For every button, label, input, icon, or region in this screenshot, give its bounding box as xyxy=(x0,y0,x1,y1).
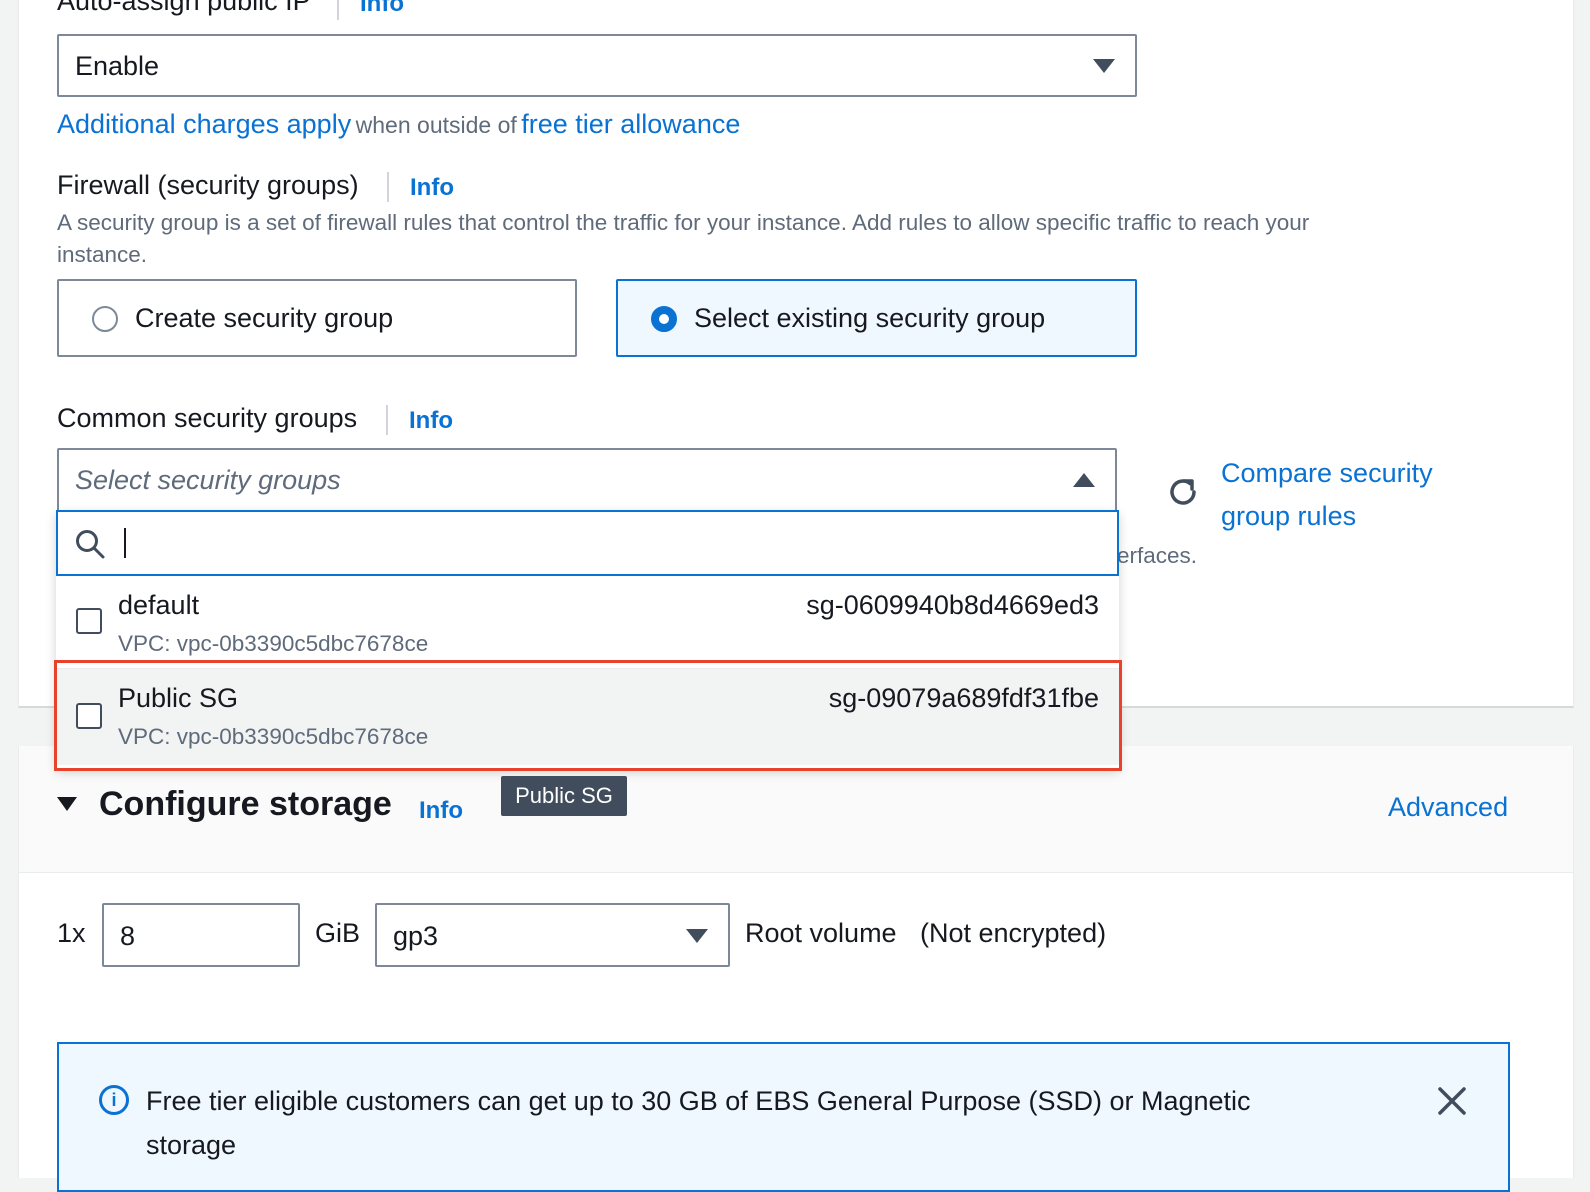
radio-button-selected[interactable] xyxy=(651,306,677,332)
charges-mid-text: when outside of xyxy=(355,112,517,138)
public-ip-select[interactable]: Enable xyxy=(57,34,1137,97)
checkbox[interactable] xyxy=(76,608,102,634)
select-existing-security-group-label: Select existing security group xyxy=(694,303,1046,333)
security-groups-search[interactable] xyxy=(56,510,1119,576)
search-icon xyxy=(74,528,106,560)
notice-text: Free tier eligible customers can get up … xyxy=(146,1079,1251,1167)
public-ip-label: Auto-assign public IP xyxy=(57,0,311,16)
label-divider xyxy=(387,172,389,202)
compare-link-line: group rules xyxy=(1221,501,1357,531)
common-sg-info-link[interactable]: Info xyxy=(409,407,453,435)
volume-count: 1x xyxy=(57,918,86,948)
notice-line: storage xyxy=(146,1130,237,1160)
volume-size-value: 8 xyxy=(120,921,136,951)
option-sg-id: sg-0609940b8d4669ed3 xyxy=(806,590,1099,620)
label-divider xyxy=(386,405,388,435)
encryption-status: (Not encrypted) xyxy=(920,918,1107,948)
advanced-link[interactable]: Advanced xyxy=(1388,792,1508,823)
radio-button[interactable] xyxy=(92,306,118,332)
refresh-icon[interactable] xyxy=(1163,472,1203,512)
security-groups-multiselect[interactable]: Select security groups xyxy=(57,448,1117,512)
caret-up-icon xyxy=(1073,473,1095,487)
obscured-help-text: erfaces. xyxy=(1117,543,1198,568)
option-name: default xyxy=(118,590,200,620)
charges-note: Additional charges apply when outside of… xyxy=(57,109,740,140)
configure-storage-title: Configure storage xyxy=(99,785,392,823)
caret-down-icon xyxy=(686,929,708,943)
volume-type-value: gp3 xyxy=(393,921,439,951)
public-ip-info-link[interactable]: Info xyxy=(360,0,404,18)
compare-security-group-rules-link[interactable]: Compare security group rules xyxy=(1221,452,1433,538)
storage-info-link[interactable]: Info xyxy=(419,797,463,825)
free-tier-link[interactable]: free tier allowance xyxy=(521,109,740,139)
security-group-option[interactable]: default VPC: vpc-0b3390c5dbc7678ce sg-06… xyxy=(56,576,1119,668)
create-security-group-tile[interactable]: Create security group xyxy=(57,279,577,357)
public-ip-select-value: Enable xyxy=(75,51,160,81)
create-security-group-label: Create security group xyxy=(135,303,394,333)
expand-caret-icon[interactable] xyxy=(57,797,77,811)
caret-down-icon xyxy=(1093,59,1115,73)
notice-line: Free tier eligible customers can get up … xyxy=(146,1086,1251,1116)
additional-charges-link[interactable]: Additional charges apply xyxy=(57,109,351,139)
select-existing-security-group-tile[interactable]: Select existing security group xyxy=(616,279,1137,357)
volume-type-select[interactable]: gp3 xyxy=(375,903,730,967)
firewall-description-line: instance. xyxy=(57,242,148,267)
close-icon[interactable] xyxy=(1437,1086,1467,1116)
volume-size-input[interactable]: 8 xyxy=(102,903,300,967)
annotation-highlight-box xyxy=(54,660,1122,771)
firewall-description-line: A security group is a set of firewall ru… xyxy=(57,210,1310,235)
info-circle-icon: i xyxy=(99,1085,129,1115)
security-groups-placeholder: Select security groups xyxy=(75,465,341,495)
common-sg-label: Common security groups xyxy=(57,403,358,433)
size-unit: GiB xyxy=(315,918,361,948)
free-tier-notice: i Free tier eligible customers can get u… xyxy=(57,1042,1510,1192)
compare-link-line: Compare security xyxy=(1221,458,1433,488)
firewall-info-link[interactable]: Info xyxy=(410,174,454,202)
firewall-description: A security group is a set of firewall ru… xyxy=(57,207,1309,271)
label-divider xyxy=(337,0,339,20)
tooltip: Public SG xyxy=(501,776,627,816)
firewall-label: Firewall (security groups) xyxy=(57,170,359,200)
text-cursor xyxy=(124,528,126,558)
root-volume-label: Root volume xyxy=(745,918,897,948)
option-vpc: VPC: vpc-0b3390c5dbc7678ce xyxy=(118,631,429,656)
